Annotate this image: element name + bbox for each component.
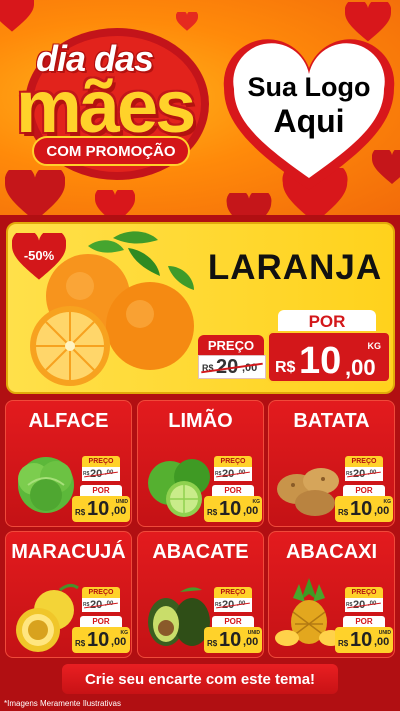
logo-placeholder: Sua Logo Aqui <box>218 72 400 140</box>
price-integer: 10 <box>219 498 242 520</box>
old-price-label: PREÇO <box>345 456 383 467</box>
old-price: R$20,00 <box>82 598 120 612</box>
product-name: MARACUJÁ <box>11 541 126 563</box>
price: R$ 10,00 UNID <box>335 627 393 653</box>
price-decimal: ,00 <box>374 636 390 648</box>
price-decimal: ,00 <box>111 505 127 517</box>
price-currency: R$ <box>338 639 349 648</box>
disclaimer-text: *Imagens Meramente Ilustrativas <box>4 699 121 708</box>
product-card: ABACAXIPREÇOR$20,00PORR$10,00UNID <box>268 531 395 658</box>
price: R$ 10,00 KG <box>72 627 130 653</box>
price-currency: R$ <box>75 508 86 517</box>
price-unit: KG <box>252 499 261 505</box>
logo-line2: Aqui <box>273 103 345 139</box>
price-unit: KG <box>120 630 129 636</box>
title-line2: mães <box>16 65 196 148</box>
price-unit: KG <box>383 499 392 505</box>
price-integer: 10 <box>87 498 110 520</box>
old-price: R$20,00 <box>82 467 120 481</box>
price-currency: R$ <box>275 359 296 376</box>
old-price-label: PREÇO <box>214 587 252 598</box>
cta-banner[interactable]: Crie seu encarte com este tema! <box>62 664 338 694</box>
promo-badge: COM PROMOÇÃO <box>32 136 190 166</box>
old-price-label: PREÇO <box>345 587 383 598</box>
old-price: R$20,00 <box>345 598 383 612</box>
price-label: POR <box>343 485 385 496</box>
price-decimal: ,00 <box>243 636 259 648</box>
old-price: R$20,00 <box>214 467 252 481</box>
product-name: ALFACE <box>28 410 109 432</box>
product-name: LIMÃO <box>168 410 233 432</box>
old-price-label: PREÇO <box>214 456 252 467</box>
price-currency: R$ <box>75 639 86 648</box>
product-name: ABACATE <box>152 541 249 563</box>
price-unit: UNID <box>115 499 128 505</box>
product-name: BATATA <box>293 410 370 432</box>
price-currency: R$ <box>207 508 218 517</box>
featured-product-name: LARANJA <box>207 248 383 287</box>
price-label: POR <box>343 616 385 627</box>
featured-old-price: R$ 20 ,00 <box>198 355 266 379</box>
discount-label: -50% <box>23 248 55 263</box>
price-unit: UNID <box>378 630 391 636</box>
product-card: LIMÃOPREÇOR$20,00PORR$10,00KG <box>137 400 264 527</box>
product-card: ABACATEPREÇOR$20,00PORR$10,00UNID <box>137 531 264 658</box>
logo-line1: Sua Logo <box>247 72 371 102</box>
price-integer: 10 <box>299 340 342 382</box>
heart-decoration-icon <box>95 190 135 215</box>
old-price-label: PREÇO <box>82 587 120 598</box>
featured-old-price-label: PREÇO <box>198 335 264 355</box>
product-card: ALFACEPREÇOR$20,00PORR$10,00UNID <box>5 400 132 527</box>
price: R$ 10,00 UNID <box>72 496 130 522</box>
featured-price: R$ 10 ,00 KG <box>267 331 391 383</box>
price-unit: UNID <box>247 630 260 636</box>
price-decimal: ,00 <box>345 355 376 380</box>
price-integer: 10 <box>219 629 242 651</box>
price-decimal: ,00 <box>374 505 390 517</box>
product-card: MARACUJÁPREÇOR$20,00PORR$10,00KG <box>5 531 132 658</box>
price: R$ 10,00 KG <box>335 496 393 522</box>
old-price-label: PREÇO <box>82 456 120 467</box>
price-label: POR <box>212 485 254 496</box>
price-unit: KG <box>367 341 382 351</box>
price-decimal: ,00 <box>243 505 259 517</box>
price-currency: R$ <box>338 508 349 517</box>
price-label: POR <box>212 616 254 627</box>
price-label: POR <box>80 485 122 496</box>
price: R$ 10,00 UNID <box>204 627 262 653</box>
price-integer: 10 <box>87 629 110 651</box>
price-label: POR <box>80 616 122 627</box>
product-name: ABACAXI <box>285 541 378 563</box>
old-price: R$20,00 <box>214 598 252 612</box>
price-currency: R$ <box>207 639 218 648</box>
old-price: R$20,00 <box>345 467 383 481</box>
price-integer: 10 <box>350 629 373 651</box>
price: R$ 10,00 KG <box>204 496 262 522</box>
product-card: BATATAPREÇOR$20,00PORR$10,00KG <box>268 400 395 527</box>
header-banner: dia das mães COM PROMOÇÃO Sua Logo Aqui <box>0 0 400 215</box>
price-decimal: ,00 <box>111 636 127 648</box>
price-integer: 10 <box>350 498 373 520</box>
